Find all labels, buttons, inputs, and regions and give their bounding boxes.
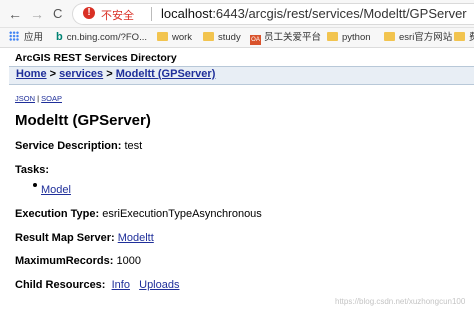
folder-icon [203, 32, 214, 41]
soap-link[interactable]: SOAP [41, 94, 62, 103]
page-title: Modeltt (GPServer) [15, 112, 151, 129]
child-resources-label: Child Resources: [15, 279, 106, 291]
apps-grid-icon [9, 31, 19, 41]
folder-icon [384, 32, 395, 41]
child-info-link[interactable]: Info [112, 279, 130, 291]
bookmark-python[interactable]: python [327, 31, 371, 44]
directory-title: ArcGIS REST Services Directory [15, 52, 177, 64]
child-uploads-link[interactable]: Uploads [139, 279, 179, 291]
url-path: :6443/arcgis/rest/services/Modeltt/GPSer… [212, 6, 467, 21]
maximum-records: MaximumRecords: 1000 [15, 255, 141, 267]
bookmark-label: esri官方网站 [399, 32, 453, 43]
folder-icon [454, 32, 465, 41]
url-host: localhost [161, 6, 213, 21]
json-link[interactable]: JSON [15, 94, 35, 103]
bookmark-label: work [172, 32, 193, 43]
folder-icon [327, 32, 338, 41]
bookmark-extra[interactable]: 费 [454, 31, 474, 44]
breadcrumb-separator: > [49, 68, 57, 80]
service-description-label: Service Description: [15, 140, 122, 152]
result-map-server-link[interactable]: Modeltt [118, 232, 154, 244]
execution-type-label: Execution Type: [15, 208, 100, 220]
security-status[interactable]: 不安全 [101, 7, 134, 23]
task-item: Model [41, 184, 71, 196]
bookmark-label: 应用 [24, 32, 44, 43]
format-links: JSON | SOAP [15, 94, 62, 103]
bookmark-label: study [218, 32, 241, 43]
breadcrumb-services-link[interactable]: services [59, 68, 103, 80]
bookmark-label: 员工关爱平台 [264, 32, 322, 43]
url-field[interactable]: ! 不安全 localhost:6443/arcgis/rest/service… [72, 3, 474, 25]
reload-icon[interactable]: C [53, 5, 62, 23]
service-description: Service Description: test [15, 140, 142, 152]
format-separator: | [37, 94, 40, 103]
breadcrumb-links: Home > services > Modeltt (GPServer) [16, 68, 215, 80]
bing-icon: b [56, 31, 63, 43]
breadcrumb-current-link[interactable]: Modeltt (GPServer) [116, 68, 216, 80]
url-divider [151, 7, 152, 21]
back-arrow-icon[interactable]: ← [8, 5, 22, 23]
service-description-value: test [124, 140, 143, 152]
tasks-section: Tasks: [15, 164, 49, 176]
execution-type-value: esriExecutionTypeAsynchronous [102, 208, 262, 220]
task-model-link[interactable]: Model [41, 184, 71, 196]
breadcrumb-separator: > [106, 68, 113, 80]
url-text[interactable]: localhost:6443/arcgis/rest/services/Mode… [161, 6, 467, 21]
child-resources: Child Resources: Info Uploads [15, 279, 179, 291]
result-map-server: Result Map Server: Modeltt [15, 232, 154, 244]
site-logo-icon: OA [250, 35, 261, 45]
bookmark-label: 费 [469, 32, 474, 43]
breadcrumb-home-link[interactable]: Home [16, 68, 47, 80]
bookmark-work[interactable]: work [157, 31, 192, 44]
execution-type: Execution Type: esriExecutionTypeAsynchr… [15, 208, 262, 220]
bookmark-label: python [342, 32, 371, 43]
result-map-server-label: Result Map Server: [15, 232, 115, 244]
forward-arrow-icon[interactable]: → [30, 5, 44, 23]
maximum-records-label: MaximumRecords: [15, 255, 114, 267]
watermark: https://blog.csdn.net/xuzhongcun100 [335, 297, 466, 306]
warning-icon[interactable]: ! [83, 7, 95, 19]
bookmark-label: cn.bing.com/?FO... [66, 32, 147, 43]
list-bullet [33, 183, 37, 187]
browser-address-bar: ← → C ! 不安全 localhost:6443/arcgis/rest/s… [0, 0, 474, 28]
tasks-label: Tasks: [15, 164, 50, 176]
bookmark-bing[interactable]: b cn.bing.com/?FO... [56, 31, 147, 44]
bookmarks-bar: 应用 b cn.bing.com/?FO... work study OA 员工关爱… [0, 28, 474, 48]
bookmark-apps[interactable]: 应用 [9, 31, 43, 44]
bookmark-esri[interactable]: esri官方网站 [384, 31, 452, 44]
bookmark-study[interactable]: study [203, 31, 241, 44]
bookmark-staff-platform[interactable]: OA 员工关爱平台 [250, 31, 321, 45]
folder-icon [157, 32, 168, 41]
maximum-records-value: 1000 [116, 255, 141, 267]
breadcrumb: Home > services > Modeltt (GPServer) [9, 66, 474, 85]
